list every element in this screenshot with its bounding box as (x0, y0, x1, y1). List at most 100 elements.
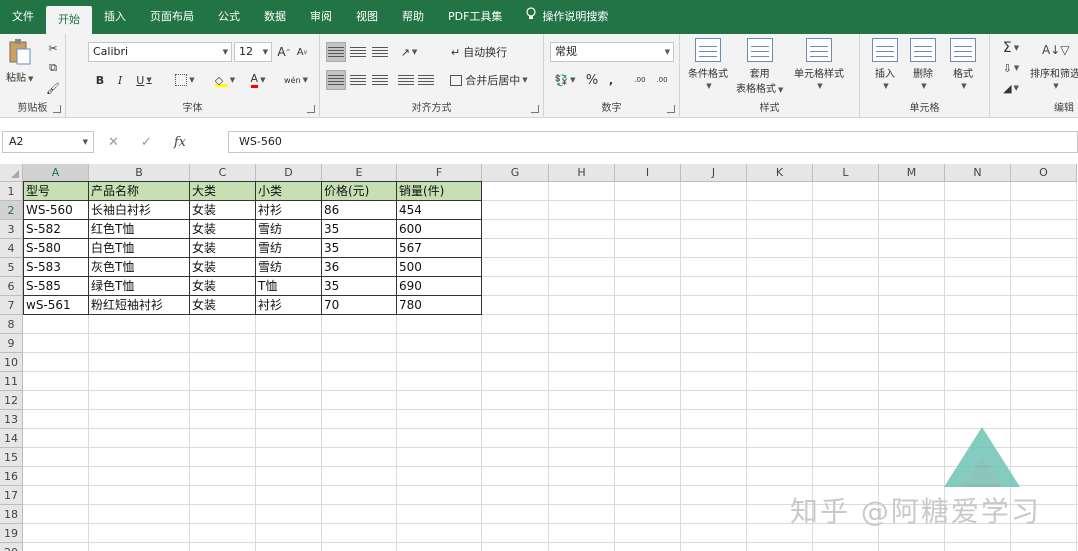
table-cell[interactable]: 绿色T恤 (89, 277, 190, 296)
table-cell[interactable]: 36 (322, 258, 397, 277)
row-header-7[interactable]: 7 (0, 296, 23, 315)
row-header-11[interactable]: 11 (0, 372, 23, 391)
tab-pdf-tools[interactable]: PDF工具集 (436, 0, 514, 34)
decrease-indent-button[interactable] (396, 70, 416, 90)
accounting-format-button[interactable]: 💱 ▼ (552, 70, 578, 90)
table-cell[interactable]: 女装 (190, 296, 256, 315)
table-cell[interactable]: 780 (397, 296, 482, 315)
row-header-9[interactable]: 9 (0, 334, 23, 353)
table-cell[interactable]: 女装 (190, 201, 256, 220)
table-cell[interactable]: 长袖白衬衫 (89, 201, 190, 220)
name-box[interactable]: A2 ▼ (2, 131, 94, 153)
table-header-cell[interactable]: 大类 (190, 181, 256, 201)
column-header-m[interactable]: M (879, 164, 945, 182)
row-header-14[interactable]: 14 (0, 429, 23, 448)
table-header-cell[interactable]: 销量(件) (397, 181, 482, 201)
underline-button[interactable]: U ▼ (132, 70, 156, 90)
number-format-select[interactable]: 常规 ▼ (550, 42, 674, 62)
table-header-cell[interactable]: 型号 (23, 181, 89, 201)
row-header-20[interactable]: 20 (0, 543, 23, 551)
cell-styles-button[interactable]: 单元格样式 ▼ (794, 38, 844, 91)
column-header-o[interactable]: O (1011, 164, 1077, 182)
table-cell[interactable]: 567 (397, 239, 482, 258)
align-right-button[interactable] (370, 70, 390, 90)
table-cell[interactable]: 灰色T恤 (89, 258, 190, 277)
table-cell[interactable]: 70 (322, 296, 397, 315)
table-cell[interactable]: S-580 (23, 239, 89, 258)
formula-input[interactable]: WS-560 (228, 131, 1078, 153)
tab-review[interactable]: 审阅 (298, 0, 344, 34)
select-all-button[interactable] (0, 164, 23, 182)
align-bottom-button[interactable] (370, 42, 390, 62)
sort-filter-button[interactable]: A↓▽ 排序和筛选 ▼ (1030, 38, 1078, 91)
table-cell[interactable]: T恤 (256, 277, 322, 296)
align-top-button[interactable] (326, 42, 346, 62)
table-cell[interactable]: 35 (322, 277, 397, 296)
column-header-e[interactable]: E (322, 164, 397, 182)
format-cells-button[interactable]: 格式 ▼ (950, 38, 976, 91)
table-cell[interactable]: 粉红短袖衬衫 (89, 296, 190, 315)
column-header-j[interactable]: J (681, 164, 747, 182)
table-cell[interactable]: 女装 (190, 277, 256, 296)
table-cell[interactable]: 雪纺 (256, 258, 322, 277)
table-cell[interactable]: 衬衫 (256, 296, 322, 315)
table-cell[interactable]: 35 (322, 239, 397, 258)
table-cell[interactable]: 女装 (190, 220, 256, 239)
column-header-g[interactable]: G (482, 164, 549, 182)
table-cell[interactable]: 500 (397, 258, 482, 277)
increase-decimal-button[interactable]: .00 (630, 70, 650, 90)
tab-formulas[interactable]: 公式 (206, 0, 252, 34)
grow-font-button[interactable]: A ^ (276, 42, 292, 62)
row-header-12[interactable]: 12 (0, 391, 23, 410)
fill-button[interactable]: ⇩ ▼ (998, 58, 1024, 78)
table-header-cell[interactable]: 小类 (256, 181, 322, 201)
column-header-f[interactable]: F (397, 164, 482, 182)
tell-me-search[interactable]: 操作说明搜索 (514, 0, 620, 34)
row-header-10[interactable]: 10 (0, 353, 23, 372)
tab-view[interactable]: 视图 (344, 0, 390, 34)
paste-button[interactable]: 粘贴 ▼ (6, 38, 33, 84)
table-cell[interactable]: 雪纺 (256, 239, 322, 258)
autosum-button[interactable]: Σ ▼ (998, 38, 1024, 58)
font-size-select[interactable]: 12 ▼ (234, 42, 272, 62)
column-header-b[interactable]: B (89, 164, 190, 182)
tab-file[interactable]: 文件 (0, 0, 46, 34)
row-header-13[interactable]: 13 (0, 410, 23, 429)
align-left-button[interactable] (326, 70, 346, 90)
format-as-table-button[interactable]: 套用 表格格式 ▼ (736, 38, 783, 95)
row-header-8[interactable]: 8 (0, 315, 23, 334)
dialog-launcher-icon[interactable] (307, 105, 315, 113)
orientation-button[interactable]: ↗ ▼ (396, 42, 422, 62)
column-header-k[interactable]: K (747, 164, 813, 182)
cancel-icon[interactable]: ✕ (108, 135, 119, 150)
increase-indent-button[interactable] (416, 70, 436, 90)
insert-cells-button[interactable]: 插入 ▼ (872, 38, 898, 91)
table-cell[interactable]: 690 (397, 277, 482, 296)
wrap-text-button[interactable]: ↵ 自动换行 (444, 42, 514, 62)
table-cell[interactable]: wS-561 (23, 296, 89, 315)
row-header-2[interactable]: 2 (0, 201, 23, 220)
copy-button[interactable]: ⧉ (44, 58, 62, 78)
column-header-i[interactable]: I (615, 164, 681, 182)
row-header-3[interactable]: 3 (0, 220, 23, 239)
table-cell[interactable]: 红色T恤 (89, 220, 190, 239)
tab-home[interactable]: 开始 (46, 6, 92, 34)
table-cell[interactable]: 女装 (190, 258, 256, 277)
fill-color-button[interactable]: ◇ ▼ (210, 70, 240, 90)
font-color-button[interactable]: A ▼ (244, 70, 272, 90)
table-cell[interactable]: 35 (322, 220, 397, 239)
format-painter-button[interactable]: 🖌 (44, 78, 62, 98)
row-header-4[interactable]: 4 (0, 239, 23, 258)
table-header-cell[interactable]: 价格(元) (322, 181, 397, 201)
column-header-d[interactable]: D (256, 164, 322, 182)
align-center-button[interactable] (348, 70, 368, 90)
row-header-5[interactable]: 5 (0, 258, 23, 277)
row-header-1[interactable]: 1 (0, 182, 23, 201)
table-cell[interactable]: 女装 (190, 239, 256, 258)
row-header-6[interactable]: 6 (0, 277, 23, 296)
dialog-launcher-icon[interactable] (531, 105, 539, 113)
table-cell[interactable]: 衬衫 (256, 201, 322, 220)
insert-function-button[interactable]: fx (174, 135, 186, 150)
table-cell[interactable]: 白色T恤 (89, 239, 190, 258)
row-header-15[interactable]: 15 (0, 448, 23, 467)
